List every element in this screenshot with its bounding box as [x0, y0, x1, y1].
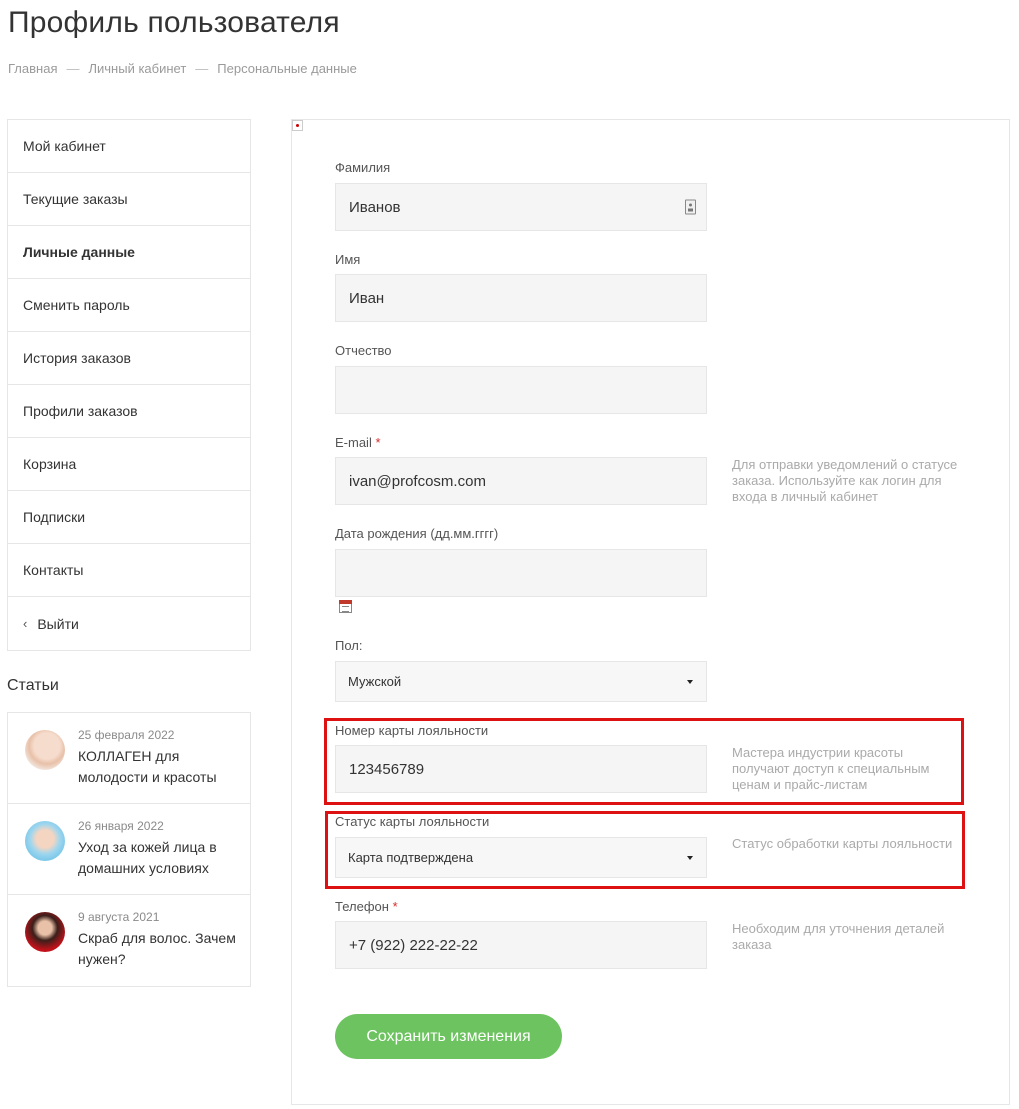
last-name-label: Фамилия [335, 160, 391, 175]
middle-name-field[interactable] [335, 366, 707, 414]
loyalty-status-hint: Статус обработки карты лояльности [732, 836, 953, 851]
page-title: Профиль пользователя [8, 6, 340, 39]
loyalty-card-field[interactable]: 123456789 [335, 745, 707, 793]
birthdate-field[interactable] [335, 549, 707, 597]
sidebar-item-label: Подписки [23, 509, 86, 525]
article-thumbnail [25, 912, 65, 952]
breadcrumb-current: Персональные данные [217, 61, 357, 76]
sidebar-item-label: Профили заказов [23, 403, 138, 419]
email-label: E-mail * [335, 435, 381, 450]
sidebar-item-subscriptions[interactable]: Подписки [8, 491, 250, 544]
middle-name-label: Отчество [335, 343, 392, 358]
article-item[interactable]: 26 января 2022 Уход за кожей лица в дома… [8, 804, 250, 895]
email-hint: Для отправки уведомлений о статусе заказ… [732, 457, 958, 504]
phone-hint: Необходим для уточнения деталей заказа [732, 921, 945, 952]
articles-heading: Статьи [7, 677, 59, 694]
chevron-left-icon: ‹ [23, 616, 28, 631]
email-field[interactable]: ivan@profcosm.com [335, 457, 707, 505]
save-changes-button[interactable]: Сохранить изменения [335, 1014, 562, 1059]
required-mark: * [375, 435, 381, 450]
email-label-text: E-mail [335, 435, 372, 450]
chevron-down-icon [687, 855, 693, 860]
first-name-value: Иван [349, 289, 385, 307]
breadcrumb-separator: — [66, 61, 80, 76]
broken-image-icon [292, 120, 303, 131]
breadcrumb-account[interactable]: Личный кабинет [88, 61, 186, 76]
loyalty-card-label: Номер карты лояльности [335, 723, 489, 738]
required-mark: * [392, 899, 398, 914]
sidebar-item-label: Текущие заказы [23, 191, 128, 207]
calendar-icon[interactable] [339, 600, 352, 613]
phone-label: Телефон * [335, 899, 398, 914]
loyalty-status-select[interactable]: Карта подтверждена [335, 837, 707, 878]
article-thumbnail [25, 730, 65, 770]
sidebar-item-change-password[interactable]: Сменить пароль [8, 279, 250, 332]
sidebar-item-label: Сменить пароль [23, 297, 130, 313]
sidebar-item-label: Корзина [23, 456, 77, 472]
articles-list: 25 февраля 2022 КОЛЛАГЕН для молодости и… [7, 712, 251, 987]
sidebar-item-label: Контакты [23, 562, 84, 578]
article-thumbnail [25, 821, 65, 861]
contact-card-icon[interactable] [685, 199, 696, 215]
birthdate-label: Дата рождения (дд.мм.гггг) [335, 526, 499, 541]
gender-select[interactable]: Мужской [335, 661, 707, 702]
gender-label: Пол: [335, 638, 363, 653]
breadcrumb: Главная — Личный кабинет — Персональные … [8, 61, 357, 76]
chevron-down-icon [687, 679, 693, 684]
article-title[interactable]: Скраб для волос. Зачем нужен? [78, 928, 240, 970]
article-date: 9 августа 2021 [78, 910, 160, 924]
article-date: 26 января 2022 [78, 819, 164, 833]
article-item[interactable]: 25 февраля 2022 КОЛЛАГЕН для молодости и… [8, 713, 250, 804]
first-name-field[interactable]: Иван [335, 274, 707, 322]
sidebar-item-logout[interactable]: ‹ Выйти [8, 597, 250, 650]
sidebar-item-label: Мой кабинет [23, 138, 106, 154]
article-item[interactable]: 9 августа 2021 Скраб для волос. Зачем ну… [8, 895, 250, 986]
sidebar-menu: Мой кабинет Текущие заказы Личные данные… [7, 119, 251, 651]
sidebar-item-my-account[interactable]: Мой кабинет [8, 120, 250, 173]
loyalty-card-value: 123456789 [349, 760, 425, 778]
phone-value: +7 (922) 222-22-22 [349, 936, 478, 954]
last-name-field[interactable]: Иванов [335, 183, 707, 231]
breadcrumb-separator: — [195, 61, 209, 76]
sidebar-item-label: История заказов [23, 350, 131, 366]
article-title[interactable]: Уход за кожей лица в домашних условиях [78, 837, 240, 879]
sidebar-item-current-orders[interactable]: Текущие заказы [8, 173, 250, 226]
sidebar-item-label: Выйти [37, 615, 79, 632]
email-value: ivan@profcosm.com [349, 472, 486, 490]
phone-field[interactable]: +7 (922) 222-22-22 [335, 921, 707, 969]
phone-label-text: Телефон [335, 899, 389, 914]
loyalty-status-value: Карта подтверждена [348, 850, 474, 865]
sidebar-item-order-history[interactable]: История заказов [8, 332, 250, 385]
breadcrumb-home[interactable]: Главная [8, 61, 57, 76]
last-name-value: Иванов [349, 198, 401, 216]
first-name-label: Имя [335, 252, 361, 267]
gender-value: Мужской [348, 674, 402, 689]
article-date: 25 февраля 2022 [78, 728, 175, 742]
sidebar-item-cart[interactable]: Корзина [8, 438, 250, 491]
article-title[interactable]: КОЛЛАГЕН для молодости и красоты [78, 746, 240, 788]
loyalty-status-label: Статус карты лояльности [335, 814, 490, 829]
loyalty-card-hint: Мастера индустрии красоты получают досту… [732, 745, 930, 792]
sidebar-item-contacts[interactable]: Контакты [8, 544, 250, 597]
sidebar-item-order-profiles[interactable]: Профили заказов [8, 385, 250, 438]
sidebar-item-label: Личные данные [23, 244, 135, 260]
sidebar-item-personal-data[interactable]: Личные данные [8, 226, 250, 279]
